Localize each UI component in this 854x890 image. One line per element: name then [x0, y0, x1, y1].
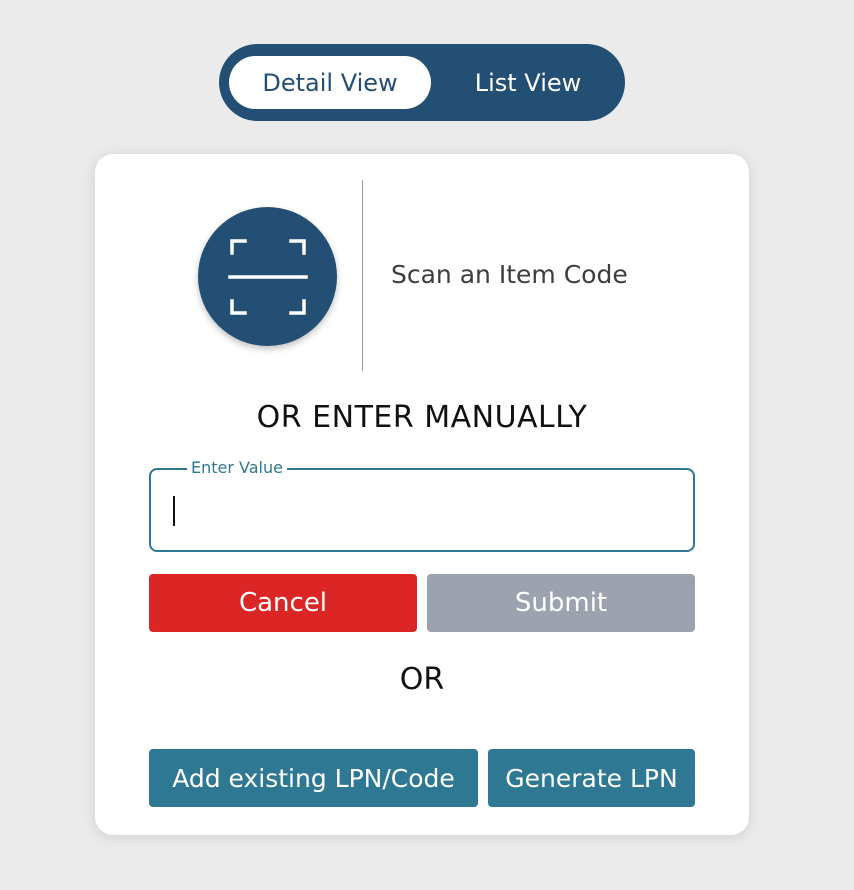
add-existing-lpn-button[interactable]: Add existing LPN/Code: [149, 749, 478, 807]
list-view-toggle[interactable]: List View: [435, 56, 621, 109]
scan-icon: [227, 238, 308, 315]
field-label: Enter Value: [187, 457, 287, 479]
generate-lpn-button[interactable]: Generate LPN: [488, 749, 695, 807]
detail-view-toggle[interactable]: Detail View: [229, 56, 431, 109]
vertical-divider: [362, 180, 363, 371]
view-toggle: Detail View List View: [219, 44, 625, 121]
or-separator: OR: [399, 662, 445, 697]
enter-value-field[interactable]: Enter Value: [149, 457, 695, 552]
text-caret: [173, 496, 175, 526]
scan-button[interactable]: [198, 207, 337, 346]
scan-card: Scan an Item Code OR ENTER MANUALLY Ente…: [95, 154, 749, 835]
scan-label: Scan an Item Code: [391, 260, 628, 289]
manual-entry-heading: OR ENTER MANUALLY: [256, 400, 588, 435]
cancel-button[interactable]: Cancel: [149, 574, 417, 632]
submit-button[interactable]: Submit: [427, 574, 695, 632]
